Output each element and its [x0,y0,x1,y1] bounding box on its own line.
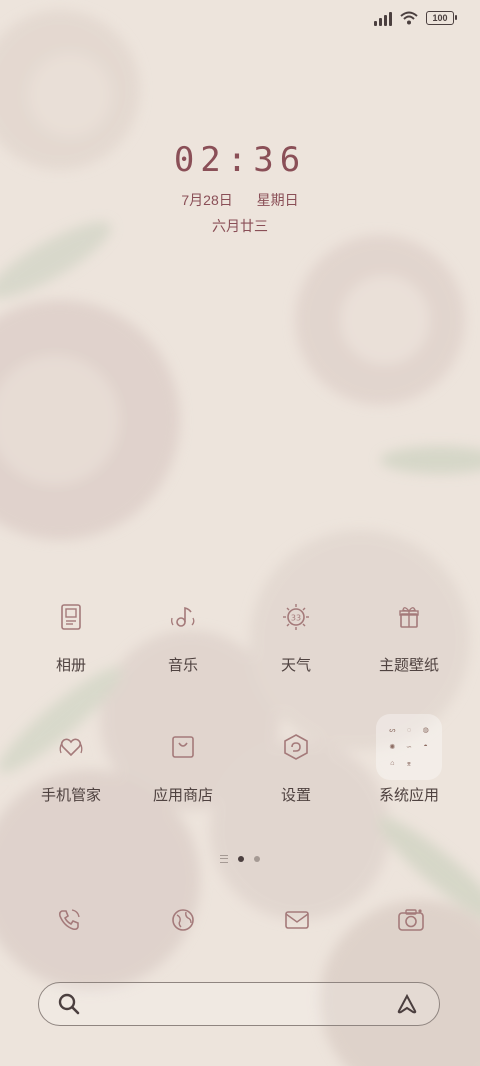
app-theme[interactable]: 主题壁纸 [354,592,464,675]
dock [14,895,466,945]
clock-time: 02:36 [173,140,307,180]
app-label: 手机管家 [40,787,101,804]
album-icon [46,592,96,642]
battery-indicator: 100 [426,11,457,25]
app-label: 系统应用 [378,787,439,804]
app-label: 设置 [280,787,311,804]
browser-icon[interactable] [128,895,238,945]
messages-icon[interactable] [242,895,352,945]
app-music[interactable]: 音乐 [128,592,238,675]
page-indicator[interactable] [0,855,480,863]
lunar-date: 六月廿三 [212,218,268,234]
wifi-icon [400,11,418,25]
app-label: 天气 [280,657,311,674]
camera-icon[interactable] [356,895,466,945]
status-bar: 100 [374,10,457,26]
app-store[interactable]: 应用商店 [128,722,238,805]
search-bar[interactable] [38,982,440,1026]
app-album[interactable]: 相册 [16,592,126,675]
page-dot-active [238,856,244,862]
signal-icon [374,10,392,26]
clock-date: 7月28日 星期日 [0,190,480,210]
app-settings[interactable]: 设置 [241,722,351,805]
list-icon [220,855,228,863]
weather-icon: 33 [271,592,321,642]
app-label: 主题壁纸 [378,657,439,674]
app-label: 应用商店 [152,787,213,804]
phone-icon[interactable] [14,895,124,945]
svg-text:33: 33 [291,614,301,623]
store-icon [158,722,208,772]
date-text: 7月28日 [181,192,233,208]
app-system-folder[interactable]: ᔕ ◌ ◍ ✺ ∽ ◓ ⌂ ⌆ 系统应用 [354,714,464,805]
app-label: 音乐 [167,657,198,674]
weekday-text: 星期日 [256,192,299,208]
assistant-icon[interactable] [395,993,419,1015]
search-icon [58,993,80,1015]
app-label: 相册 [55,657,86,674]
page-dot [254,856,260,862]
app-phone-manager[interactable]: 手机管家 [16,722,126,805]
clock-widget[interactable]: 02:36 7月28日 星期日 六月廿三 [0,140,480,236]
security-icon [46,722,96,772]
app-weather[interactable]: 33 天气 [241,592,351,675]
settings-icon [271,722,321,772]
theme-icon [384,592,434,642]
music-icon [158,592,208,642]
folder-icon: ᔕ ◌ ◍ ✺ ∽ ◓ ⌂ ⌆ [376,714,442,780]
